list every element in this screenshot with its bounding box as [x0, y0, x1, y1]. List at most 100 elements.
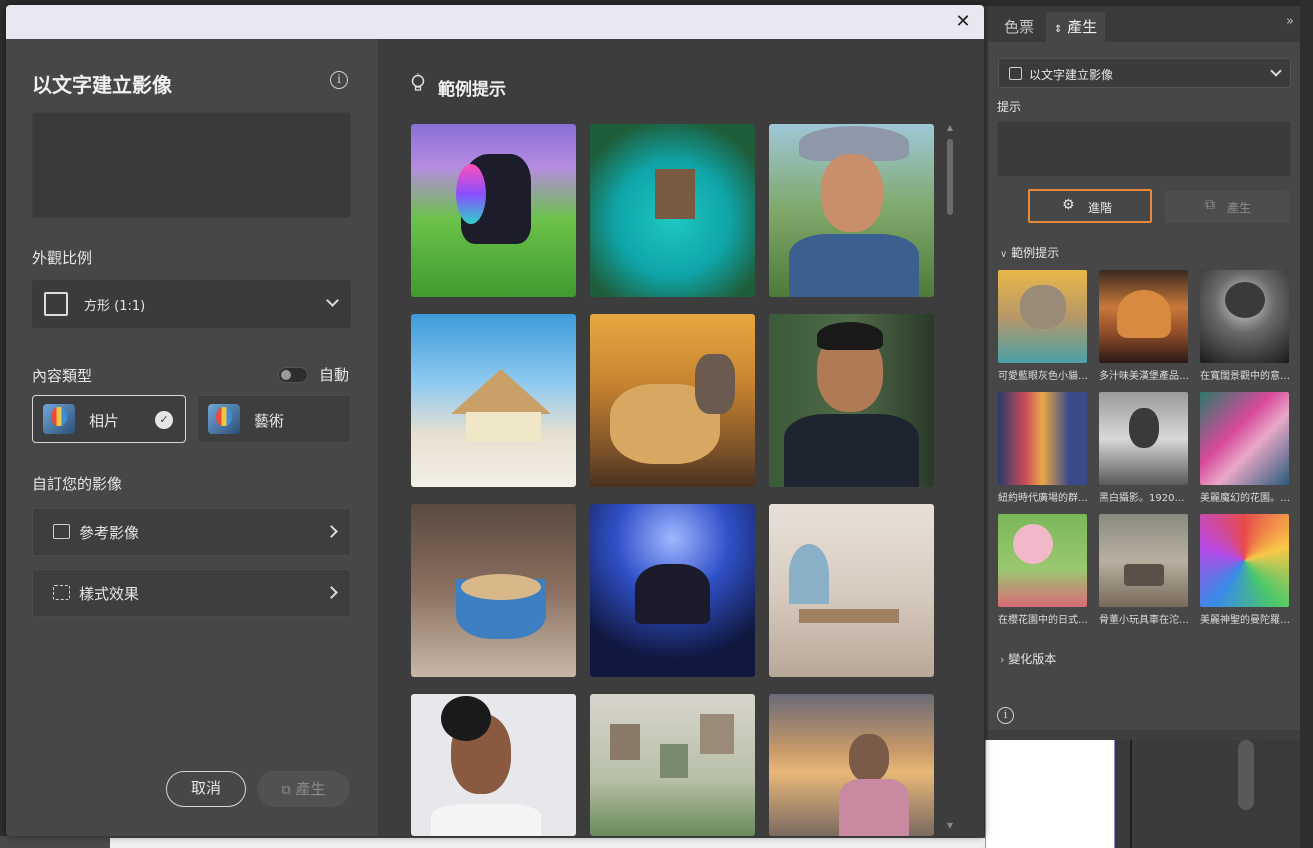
examples-label: 範例提示 — [1011, 246, 1060, 260]
example-thumb-island-hut[interactable] — [590, 124, 755, 297]
reference-image-button[interactable]: 參考影像 — [32, 508, 351, 556]
cancel-button[interactable]: 取消 — [166, 771, 246, 807]
chevron-down-icon: ∨ — [1000, 249, 1008, 260]
art-label: 藝術 — [254, 412, 285, 430]
panel-example-burger[interactable] — [1099, 270, 1188, 363]
square-icon — [44, 292, 68, 316]
panel-example-caption: 美麗魔幻的花園。… — [1200, 493, 1290, 504]
prompt-input[interactable] — [32, 112, 351, 218]
content-type-photo-button[interactable]: 相片 ✓ — [32, 395, 186, 443]
panel-example-toy-car[interactable] — [1099, 514, 1188, 607]
panel-example-times-square[interactable] — [998, 392, 1087, 485]
variations-label: 變化版本 — [1008, 652, 1057, 666]
style-effects-button[interactable]: 樣式效果 — [32, 569, 351, 617]
chevron-right-icon — [325, 586, 338, 599]
panel-resize-handle[interactable] — [988, 730, 1300, 740]
panel-collapse-icon[interactable]: » — [1286, 14, 1294, 29]
sort-icon: ⇕ — [1054, 24, 1063, 35]
panel-example-caption: 在櫻花園中的日式… — [998, 615, 1088, 626]
example-thumb-beach-woman[interactable] — [769, 694, 934, 836]
panel-example-cherry-blossom[interactable] — [998, 514, 1087, 607]
generate-label: 產生 — [295, 780, 326, 798]
checkmark-icon: ✓ — [155, 411, 173, 429]
chevron-down-icon — [326, 294, 339, 307]
generate-panel: 色票 ⇕ 產生 » 以文字建立影像 提示 ⚙ 進階 ⧉ 產生 ∨ 範例提示 可愛… — [988, 6, 1300, 740]
chevron-right-icon: › — [1000, 653, 1005, 666]
dialog-titlebar: ✕ — [6, 5, 984, 39]
style-icon — [53, 585, 70, 600]
customize-label: 自訂您的影像 — [32, 475, 123, 493]
text-to-image-icon — [1009, 67, 1022, 80]
panel-example-mandala[interactable] — [1200, 514, 1289, 607]
panel-example-garden[interactable] — [1200, 392, 1289, 485]
scroll-up-icon[interactable]: ▲ — [944, 123, 956, 133]
tab-generate[interactable]: ⇕ 產生 — [1046, 12, 1106, 42]
generate-icon: ⧉ — [281, 783, 291, 798]
text-to-image-dialog: ✕ 以文字建立影像 i 外觀比例 方形 (1:1) 內容類型 自動 相片 ✓ 藝… — [6, 5, 984, 836]
panel-example-caption: 在寬闊景觀中的意… — [1200, 371, 1290, 382]
panel-example-caption: 骨董小玩具車在沱… — [1099, 615, 1189, 626]
aspect-ratio-select[interactable]: 方形 (1:1) — [32, 280, 351, 328]
example-thumb-kitchen[interactable] — [769, 504, 934, 677]
panel-example-caption: 紐約時代廣場的群… — [998, 493, 1088, 504]
panel-example-bw-photo[interactable] — [1099, 392, 1188, 485]
example-prompts-gallery: 範例提示 — [378, 39, 984, 836]
mode-dropdown-value: 以文字建立影像 — [1029, 68, 1114, 82]
example-thumb-ballet[interactable] — [590, 504, 755, 677]
gallery-scrollbar[interactable]: ▲ ▼ — [944, 123, 956, 835]
balloon-photo-icon — [43, 404, 75, 434]
panel-prompt-input[interactable] — [997, 121, 1291, 177]
generate-icon: ⧉ — [1205, 197, 1215, 213]
gear-icon: ⚙ — [1062, 197, 1075, 213]
document-canvas-bottom — [110, 838, 990, 848]
chevron-right-icon — [325, 525, 338, 538]
example-thumb-man-portrait[interactable] — [769, 314, 934, 487]
scroll-thumb[interactable] — [947, 139, 953, 215]
info-icon[interactable]: i — [997, 707, 1014, 724]
panel-tabs: 色票 ⇕ 產生 » — [988, 6, 1300, 42]
advanced-label: 進階 — [1088, 201, 1113, 215]
style-effects-label: 樣式效果 — [79, 585, 140, 603]
example-thumb-woman-hat[interactable] — [769, 124, 934, 297]
tab-swatches[interactable]: 色票 — [996, 12, 1042, 42]
panel-example-caption: 可愛藍眼灰色小貓… — [998, 371, 1088, 382]
example-thumb-latte[interactable] — [411, 504, 576, 677]
auto-toggle[interactable] — [278, 367, 308, 383]
reference-image-label: 參考影像 — [79, 524, 140, 542]
canvas-scrollbar[interactable] — [1238, 740, 1254, 810]
content-type-label: 內容類型 — [32, 367, 93, 385]
panel-example-kitten[interactable] — [998, 270, 1087, 363]
chevron-down-icon — [1270, 65, 1282, 77]
generate-button[interactable]: ⧉ 產生 — [257, 771, 350, 807]
panel-generate-button[interactable]: ⧉ 產生 — [1165, 191, 1289, 223]
document-canvas — [985, 740, 1115, 848]
example-thumb-cheetah[interactable] — [590, 314, 755, 487]
panel-example-caption: 多汁味美漢堡產品… — [1099, 371, 1189, 382]
example-thumb-plant-wall[interactable] — [590, 694, 755, 836]
image-icon — [53, 524, 70, 539]
lightbulb-icon — [411, 73, 425, 91]
scroll-down-icon[interactable]: ▼ — [944, 821, 956, 831]
examples-title: 範例提示 — [438, 80, 506, 100]
example-thumb-woman-profile[interactable] — [411, 694, 576, 836]
example-thumb-unicorn[interactable] — [411, 124, 576, 297]
panel-generate-label: 產生 — [1227, 201, 1252, 215]
close-icon[interactable]: ✕ — [952, 11, 974, 33]
info-icon[interactable]: i — [330, 71, 348, 89]
balloon-art-icon — [208, 404, 240, 434]
advanced-button[interactable]: ⚙ 進階 — [1028, 189, 1152, 223]
panel-example-tree[interactable] — [1200, 270, 1289, 363]
auto-label: 自動 — [319, 366, 350, 384]
prompt-label: 提示 — [997, 100, 1022, 114]
panel-example-caption: 美麗神聖的曼陀羅… — [1200, 615, 1290, 626]
mode-dropdown[interactable]: 以文字建立影像 — [998, 58, 1291, 88]
photo-label: 相片 — [89, 412, 120, 430]
artboard-edge — [1114, 740, 1115, 848]
variations-header[interactable]: › 變化版本 — [1000, 650, 1056, 667]
example-thumb-beach-hut[interactable] — [411, 314, 576, 487]
dialog-title: 以文字建立影像 — [32, 73, 172, 97]
examples-header[interactable]: ∨ 範例提示 — [1000, 244, 1059, 261]
content-type-art-button[interactable]: 藝術 — [197, 395, 351, 443]
panel-example-caption: 黑白攝影。1920… — [1099, 493, 1185, 504]
app-right-toolbar — [1300, 0, 1313, 848]
